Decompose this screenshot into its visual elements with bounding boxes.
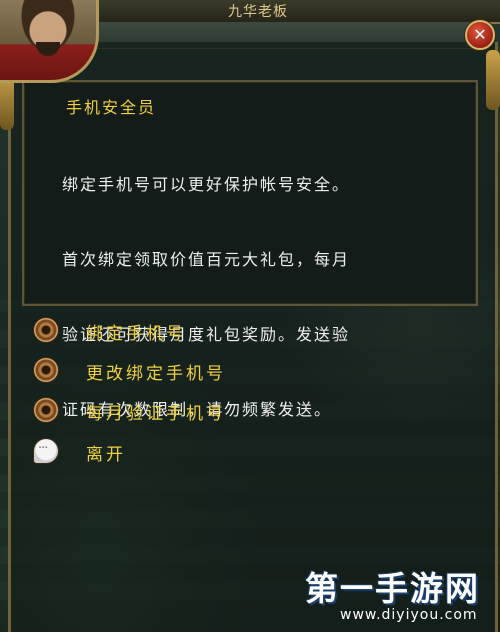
option-label: 离开 [86, 445, 126, 465]
option-change-phone[interactable]: 更改绑定手机号 [34, 356, 294, 386]
watermark-url: www.diyiyou.com [340, 607, 478, 623]
option-label: 更改绑定手机号 [86, 364, 226, 384]
dialog-body-line: 绑定手机号可以更好保护帐号安全。 [62, 175, 351, 194]
option-bind-phone[interactable]: 绑定手机号 [34, 316, 294, 346]
option-monthly-verify[interactable]: 每月验证手机号 [34, 396, 294, 426]
bronze-coin-icon [34, 318, 58, 342]
top-bar: 九华老板 [78, 0, 500, 24]
frame-ornament-right [486, 50, 500, 110]
dialog-text-box: 手机安全员 绑定手机号可以更好保护帐号安全。 首次绑定领取价值百元大礼包，每月 … [22, 80, 478, 419]
option-leave[interactable]: 离开 [34, 437, 294, 467]
dialog-title: 手机安全员 [66, 98, 157, 117]
watermark-brand: 第一手游网 [305, 569, 480, 608]
close-button[interactable]: ✕ [465, 20, 495, 50]
bronze-coin-icon [34, 398, 58, 422]
portrait-beard [36, 42, 60, 56]
option-label: 绑定手机号 [86, 324, 186, 344]
dialog-body-line: 首次绑定领取价值百元大礼包，每月 [62, 250, 351, 269]
bronze-coin-icon [34, 358, 58, 382]
option-label: 每月验证手机号 [86, 404, 226, 424]
top-bar-title: 九华老板 [228, 4, 288, 20]
speech-bubble-icon [34, 439, 58, 463]
